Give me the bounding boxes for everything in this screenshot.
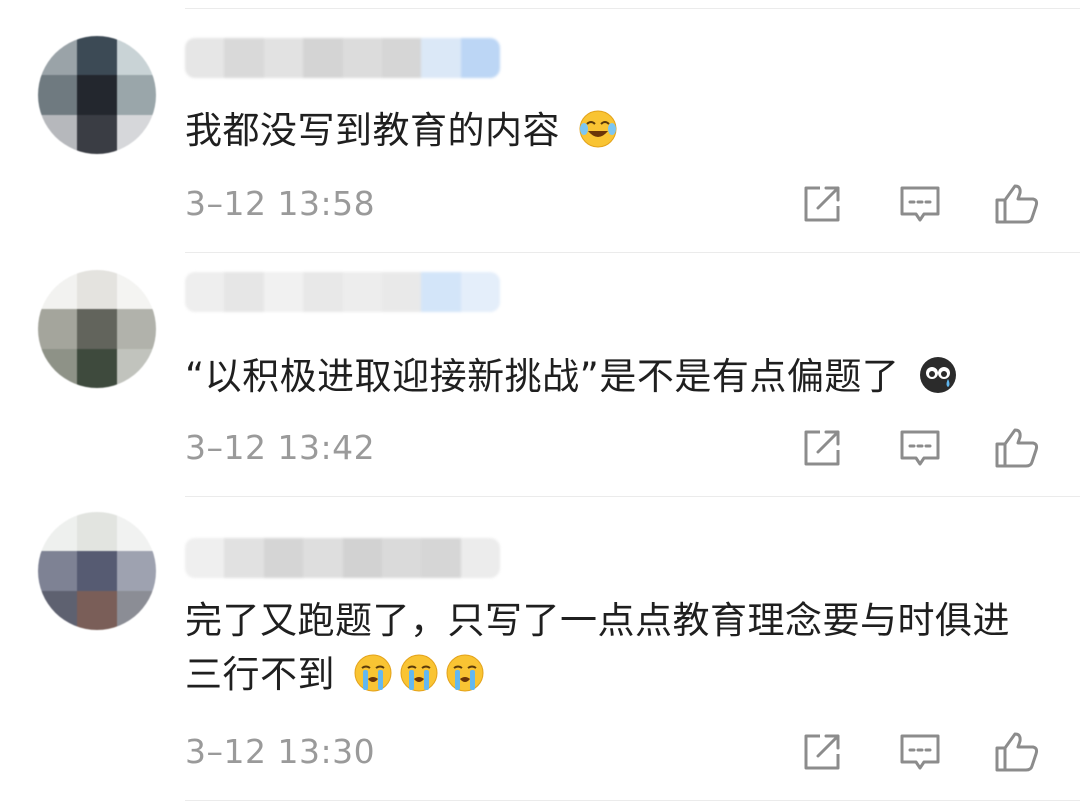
like-icon [995,184,1039,224]
like-icon [995,732,1039,772]
timestamp: 3–12 13:30 [185,732,376,771]
loud-crying-emoji [400,654,438,692]
comment-text: “以积极进取迎接新挑战”是不是有点偏题了 [185,350,1010,404]
reply-icon [900,430,940,466]
timestamp: 3–12 13:58 [185,184,376,223]
loud-crying-emoji [446,654,484,692]
share-icon [804,734,840,770]
reply-button[interactable] [896,180,944,228]
like-button[interactable] [993,424,1041,472]
loud-crying-emoji [354,654,392,692]
comment-text: 我都没写到教育的内容 [185,104,1010,158]
avatar[interactable] [38,270,156,388]
comment-text: 完了又跑题了，只写了一点点教育理念要与时俱进三行不到 [185,594,1010,702]
reply-icon [900,186,940,222]
comment-body: “以积极进取迎接新挑战”是不是有点偏题了 [185,355,900,398]
divider [185,496,1080,497]
reply-button[interactable] [896,424,944,472]
like-button[interactable] [993,180,1041,228]
username-blurred[interactable] [185,38,500,78]
divider [185,8,1080,9]
comment-body: 我都没写到教育的内容 [185,109,560,152]
username-blurred[interactable] [185,272,500,312]
timestamp: 3–12 13:42 [185,428,376,467]
share-button[interactable] [798,424,846,472]
share-button[interactable] [798,728,846,776]
laugh-cry-emoji [579,110,617,148]
divider [185,252,1080,253]
username-blurred[interactable] [185,538,500,578]
share-icon [804,430,840,466]
crying-black-face-emoji [919,357,956,393]
share-button[interactable] [798,180,846,228]
divider [185,800,1080,801]
avatar[interactable] [38,512,156,630]
avatar[interactable] [38,36,156,154]
comment-body: 完了又跑题了，只写了一点点教育理念要与时俱进三行不到 [185,599,1010,696]
share-icon [804,186,840,222]
like-button[interactable] [993,728,1041,776]
reply-icon [900,734,940,770]
reply-button[interactable] [896,728,944,776]
like-icon [995,428,1039,468]
